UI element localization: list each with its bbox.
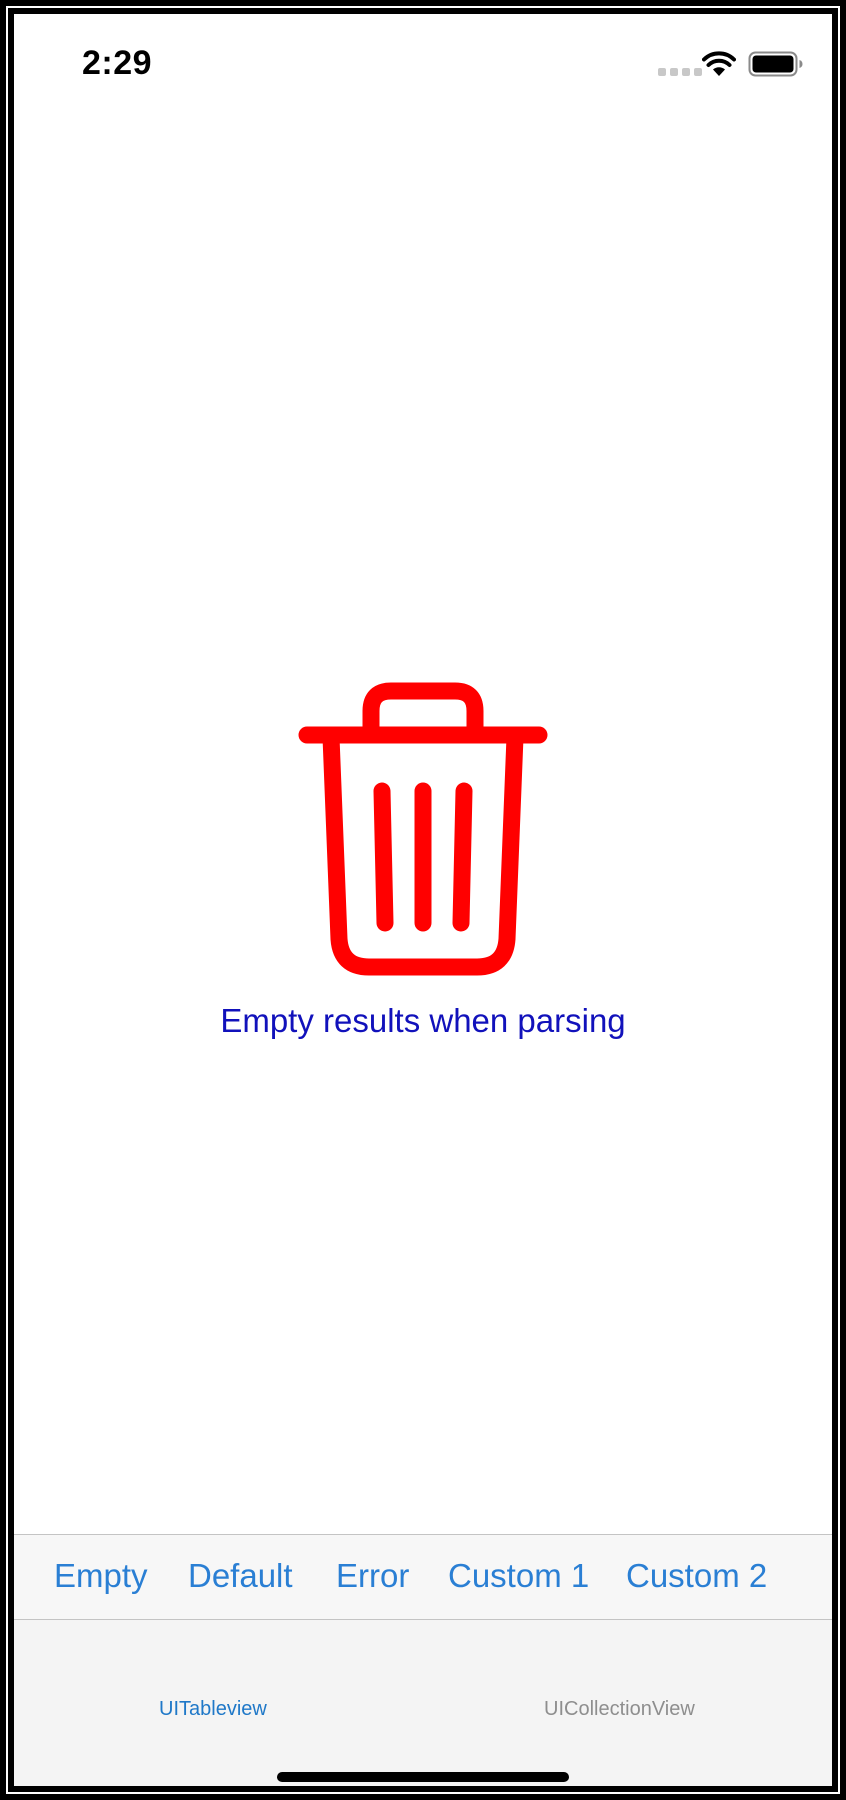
error-option-button[interactable]: Error [336, 1557, 409, 1595]
home-indicator[interactable] [277, 1772, 569, 1782]
tab-uitableview[interactable]: UITableview [159, 1698, 267, 1721]
empty-state-view: Empty results when parsing [14, 14, 832, 1514]
custom-2-option-button[interactable]: Custom 2 [626, 1557, 767, 1595]
trash-icon [298, 682, 548, 976]
empty-option-button[interactable]: Empty [54, 1557, 148, 1595]
state-options-bar: Empty Default Error Custom 1 Custom 2 [14, 1534, 832, 1620]
empty-state-message: Empty results when parsing [220, 1002, 626, 1039]
tab-uicollectionview[interactable]: UICollectionView [544, 1698, 695, 1721]
default-option-button[interactable]: Default [188, 1557, 293, 1595]
app-screen: 2:29 Empty results when parsing Empty De… [14, 14, 832, 1786]
custom-1-option-button[interactable]: Custom 1 [448, 1557, 589, 1595]
device-frame: 2:29 Empty results when parsing Empty De… [0, 0, 846, 1800]
tab-bar: UITableview UICollectionView [14, 1620, 832, 1786]
